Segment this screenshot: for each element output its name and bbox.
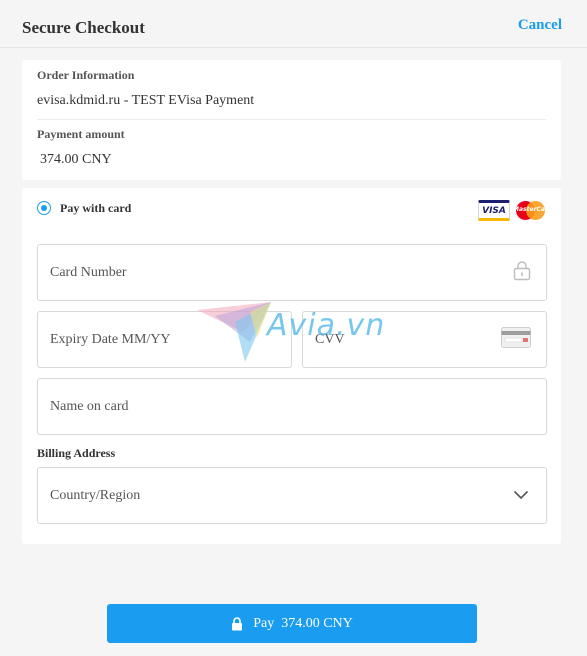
cancel-button[interactable]: Cancel	[518, 17, 562, 34]
country-region-select[interactable]: Country/Region	[37, 467, 547, 524]
page-title: Secure Checkout	[22, 18, 145, 37]
payment-amount-label: Payment amount	[37, 127, 125, 141]
expiry-date-field[interactable]: Expiry Date MM/YY	[37, 311, 292, 368]
mastercard-logo-icon: MasterCard	[513, 200, 547, 221]
checkout-header: Secure Checkout Cancel	[0, 0, 587, 48]
pay-with-card-label[interactable]: Pay with card	[60, 201, 131, 216]
pay-button-label: Pay 374.00 CNY	[253, 615, 353, 631]
pay-with-card-radio[interactable]	[37, 201, 51, 215]
billing-address-label: Billing Address	[37, 446, 116, 460]
pay-button[interactable]: Pay 374.00 CNY	[107, 604, 477, 643]
card-number-placeholder: Card Number	[50, 264, 127, 280]
chevron-down-icon	[513, 487, 529, 505]
payment-card: Pay with card VISA MasterCard Card Numbe…	[22, 188, 561, 544]
visa-logo-icon: VISA	[478, 200, 510, 221]
cvv-placeholder: CVV	[315, 331, 345, 347]
lock-icon	[513, 260, 531, 285]
order-info-label: Order Information	[37, 68, 135, 82]
order-info-value: evisa.kdmid.ru - TEST EVisa Payment	[37, 93, 255, 108]
order-info-card: Order Information evisa.kdmid.ru - TEST …	[22, 60, 561, 180]
country-region-placeholder: Country/Region	[50, 487, 141, 503]
cvv-field[interactable]: CVV	[302, 311, 547, 368]
card-number-field[interactable]: Card Number	[37, 244, 547, 301]
divider	[37, 119, 546, 120]
name-on-card-placeholder: Name on card	[50, 398, 129, 414]
card-back-icon	[501, 326, 531, 353]
payment-amount-value: 374.00 CNY	[40, 152, 112, 167]
lock-icon	[231, 616, 243, 631]
expiry-date-placeholder: Expiry Date MM/YY	[50, 331, 171, 347]
name-on-card-field[interactable]: Name on card	[37, 378, 547, 435]
